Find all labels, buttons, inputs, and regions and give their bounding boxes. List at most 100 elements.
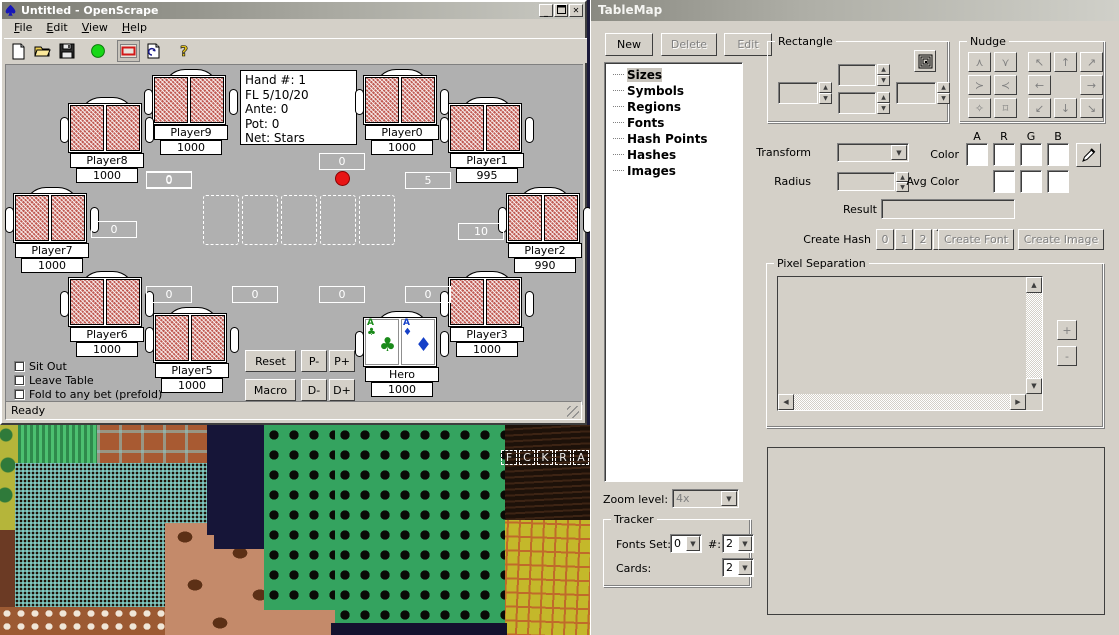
refresh-scrape-icon[interactable] (141, 40, 164, 62)
help-question-icon[interactable]: ? (172, 40, 195, 62)
tablemap-tree[interactable]: Sizes Symbols Regions Fonts Hash Points … (604, 62, 743, 482)
tree-item-symbols[interactable]: Symbols (609, 83, 742, 99)
chevron-down-icon[interactable]: ▼ (891, 145, 907, 160)
close-button[interactable]: ✕ (569, 4, 583, 17)
checkbox-sit-out[interactable]: Sit Out (14, 360, 67, 373)
nudge-bottom-in-icon[interactable]: ⋎ (994, 52, 1017, 72)
rect-right-field[interactable] (896, 82, 936, 104)
nudge-down-icon[interactable]: ↓ (1054, 98, 1077, 118)
d-plus-button[interactable]: D+ (329, 379, 355, 401)
menu-edit[interactable]: Edit (39, 20, 74, 35)
red-rectangle-region-icon[interactable] (117, 40, 140, 62)
pixel-list-vscroll-track[interactable] (1026, 277, 1042, 394)
rect-top-spin-down[interactable]: ▼ (877, 75, 890, 86)
rect-bottom-spin-down[interactable]: ▼ (877, 103, 890, 114)
open-folder-icon[interactable] (31, 40, 54, 62)
eyedropper-icon[interactable] (1076, 143, 1101, 167)
tree-item-regions[interactable]: Regions (609, 99, 742, 115)
openscrape-titlebar[interactable]: Untitled - OpenScrape _ ✕ (2, 2, 585, 19)
rect-right-spin-up[interactable]: ▲ (937, 82, 950, 93)
seat-player9[interactable]: Player9 1000 (144, 69, 238, 155)
poker-table-canvas[interactable]: Hand #: 1 FL 5/10/20 Ante: 0 Pot: 0 Net:… (5, 64, 592, 465)
chevron-down-icon[interactable]: ▼ (721, 491, 737, 506)
edit-button[interactable]: Edit (724, 33, 772, 56)
green-circle-connect-icon[interactable] (86, 40, 109, 62)
fonts-set-combo[interactable]: 0 ▼ (670, 534, 702, 553)
pixel-list-hscroll-track[interactable] (778, 394, 1026, 410)
maximize-button[interactable] (554, 4, 568, 17)
seat-player5[interactable]: Player5 1000 (145, 307, 239, 393)
new-button[interactable]: New (605, 33, 653, 56)
create-hash-1-button[interactable]: 1 (895, 229, 913, 250)
tree-item-fonts[interactable]: Fonts (609, 115, 742, 131)
pixel-list-scroll-up-button[interactable]: ▲ (1026, 277, 1042, 293)
checkbox-prefold[interactable]: Fold to any bet (prefold) (14, 388, 162, 401)
nudge-right-in-icon[interactable]: ≺ (994, 75, 1017, 95)
seat-player3[interactable]: Player3 1000 (440, 271, 534, 357)
resize-grip[interactable] (567, 406, 579, 418)
nudge-contract-icon[interactable]: ⌑ (994, 98, 1017, 118)
tree-item-hash-points[interactable]: Hash Points (609, 131, 742, 147)
menu-file[interactable]: File (7, 20, 39, 35)
radius-field[interactable] (837, 172, 895, 191)
seat-player1[interactable]: Player1 995 (440, 97, 534, 183)
rect-bottom-field[interactable] (838, 92, 876, 114)
checkbox-box[interactable] (14, 375, 25, 386)
hash-number-combo[interactable]: 2 ▼ (722, 534, 754, 553)
nudge-down-left-icon[interactable]: ↙ (1028, 98, 1051, 118)
nudge-top-in-icon[interactable]: ⋏ (968, 52, 991, 72)
seat-player8[interactable]: Player8 1000 (60, 97, 154, 183)
save-disk-icon[interactable] (55, 40, 78, 62)
nudge-up-icon[interactable]: ↑ (1054, 52, 1077, 72)
chevron-down-icon[interactable]: ▼ (738, 536, 752, 551)
seat-player0[interactable]: Player0 1000 (355, 69, 449, 155)
color-a-field[interactable] (966, 143, 988, 166)
create-image-btn[interactable]: Create Image (1018, 229, 1104, 250)
nudge-right-icon[interactable]: → (1080, 75, 1103, 95)
zoom-level-combo[interactable]: 4x ▼ (672, 489, 739, 508)
cards-combo[interactable]: 2 ▼ (722, 558, 754, 577)
color-r-field[interactable] (993, 143, 1015, 166)
rect-right-spin-down[interactable]: ▼ (937, 93, 950, 104)
chevron-down-icon[interactable]: ▼ (686, 536, 700, 551)
rect-bottom-spin-up[interactable]: ▲ (877, 92, 890, 103)
reset-button[interactable]: Reset (245, 350, 296, 372)
new-document-icon[interactable] (7, 40, 30, 62)
nudge-up-left-icon[interactable]: ↖ (1028, 52, 1051, 72)
menu-view[interactable]: View (75, 20, 115, 35)
rect-left-spin-down[interactable]: ▼ (819, 93, 832, 104)
nudge-left-icon[interactable]: ← (1028, 75, 1051, 95)
seat-hero[interactable]: A ♣ ♣ A ♦ ♦ Hero 1000 (355, 311, 449, 397)
nudge-left-in-icon[interactable]: ≻ (968, 75, 991, 95)
pixel-separation-minus-button[interactable]: - (1057, 346, 1077, 366)
menu-help[interactable]: Help (115, 20, 154, 35)
rect-left-field[interactable] (778, 82, 818, 104)
chevron-down-icon[interactable]: ▼ (738, 560, 752, 575)
create-font-btn[interactable]: Create Font (938, 229, 1014, 250)
create-hash-2-button[interactable]: 2 (914, 229, 932, 250)
stack-rectangles-icon[interactable] (914, 50, 936, 72)
preview-pane[interactable] (767, 447, 1105, 615)
seat-player6[interactable]: Player6 1000 (60, 271, 154, 357)
pixel-separation-plus-button[interactable]: + (1057, 320, 1077, 340)
pixel-list-scroll-left-button[interactable]: ◀ (778, 394, 794, 410)
seat-player2[interactable]: Player2 990 (498, 187, 592, 273)
d-minus-button[interactable]: D- (301, 379, 327, 401)
color-g-field[interactable] (1020, 143, 1042, 166)
pixel-separation-list[interactable]: ▲ ▼ ◀ ▶ (777, 276, 1043, 411)
checkbox-box[interactable] (14, 389, 25, 400)
macro-button[interactable]: Macro (245, 379, 296, 401)
minimize-button[interactable]: _ (539, 4, 553, 17)
delete-button[interactable]: Delete (661, 33, 717, 56)
tree-item-images[interactable]: Images (609, 163, 742, 179)
p-minus-button[interactable]: P- (301, 350, 327, 372)
seat-player7[interactable]: Player7 1000 (5, 187, 99, 273)
rect-top-field[interactable] (838, 64, 876, 86)
tree-item-sizes[interactable]: Sizes (609, 67, 742, 83)
transform-combo[interactable]: ▼ (837, 143, 909, 162)
checkbox-box[interactable] (14, 361, 25, 372)
nudge-down-right-icon[interactable]: ↘ (1080, 98, 1103, 118)
rect-top-spin-up[interactable]: ▲ (877, 64, 890, 75)
rect-left-spin-up[interactable]: ▲ (819, 82, 832, 93)
pixel-list-scroll-right-button[interactable]: ▶ (1010, 394, 1026, 410)
